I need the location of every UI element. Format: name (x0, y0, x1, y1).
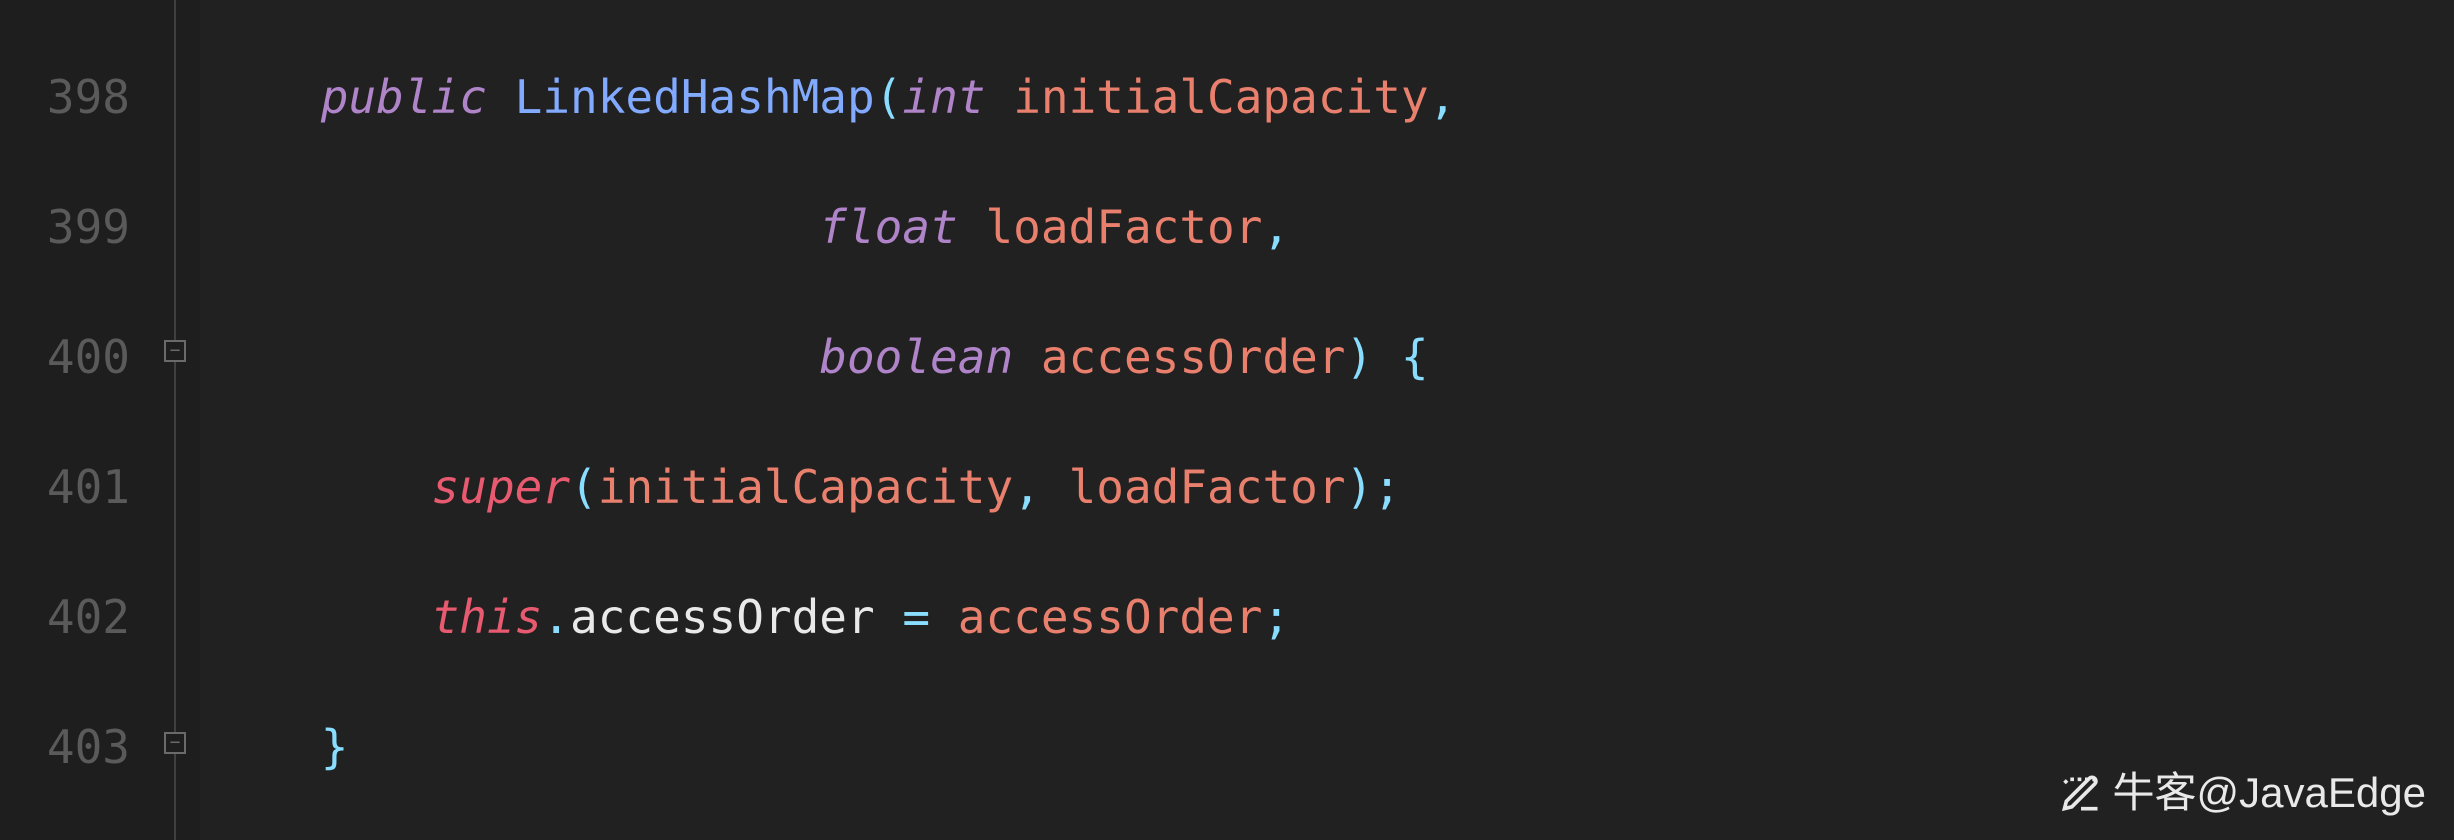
line-number[interactable]: 398 (0, 32, 130, 162)
comma: , (1262, 194, 1290, 261)
fold-toggle-icon[interactable] (164, 340, 186, 362)
code-editor: 398 399 400 401 402 403 public LinkedHas… (0, 0, 2454, 840)
indent (210, 64, 321, 131)
line-number[interactable]: 400 (0, 292, 130, 422)
paren-close: ) (1346, 454, 1374, 521)
space (1013, 324, 1041, 391)
line-number[interactable]: 402 (0, 552, 130, 682)
paren-open: ( (570, 454, 598, 521)
space (487, 64, 515, 131)
code-line[interactable]: super(initialCapacity, loadFactor); (210, 422, 2454, 552)
fold-guide-line (174, 0, 176, 840)
line-number[interactable]: 403 (0, 682, 130, 812)
code-line[interactable]: this.accessOrder = accessOrder; (210, 552, 2454, 682)
type-boolean: boolean (819, 324, 1013, 391)
indent (210, 194, 819, 261)
brace-open: { (1401, 324, 1429, 391)
keyword-super: super (432, 454, 570, 521)
dot: . (542, 584, 570, 651)
semicolon: ; (1373, 454, 1401, 521)
line-number[interactable]: 399 (0, 162, 130, 292)
code-line[interactable]: float loadFactor, (210, 162, 2454, 292)
space (875, 584, 903, 651)
indent (210, 584, 432, 651)
paren-open: ( (875, 64, 903, 131)
fold-toggle-icon[interactable] (164, 732, 186, 754)
paren-close: ) (1346, 324, 1374, 391)
class-name: LinkedHashMap (515, 64, 875, 131)
keyword-public: public (321, 64, 487, 131)
indent (210, 324, 819, 391)
code-content[interactable]: public LinkedHashMap(int initialCapacity… (200, 0, 2454, 840)
param-initialCapacity: initialCapacity (1013, 64, 1428, 131)
watermark: 牛客@JavaEdge (2059, 763, 2426, 824)
type-float: float (819, 194, 957, 261)
space (985, 64, 1013, 131)
param-loadFactor: loadFactor (1069, 454, 1346, 521)
space (1373, 324, 1401, 391)
type-int: int (902, 64, 985, 131)
edit-icon (2059, 772, 2103, 816)
member-accessOrder: accessOrder (570, 584, 875, 651)
watermark-text: 牛客@JavaEdge (2113, 763, 2426, 824)
comma: , (1429, 64, 1457, 131)
param-accessOrder: accessOrder (1041, 324, 1346, 391)
brace-close: } (321, 714, 349, 781)
code-line[interactable]: public LinkedHashMap(int initialCapacity… (210, 32, 2454, 162)
space (958, 194, 986, 261)
line-number-gutter: 398 399 400 401 402 403 (0, 0, 150, 840)
comma: , (1013, 454, 1041, 521)
line-number[interactable]: 401 (0, 422, 130, 552)
param-initialCapacity: initialCapacity (598, 454, 1013, 521)
param-loadFactor: loadFactor (985, 194, 1262, 261)
space (930, 584, 958, 651)
space (1041, 454, 1069, 521)
semicolon: ; (1262, 584, 1290, 651)
operator-equals: = (902, 584, 930, 651)
indent (210, 714, 321, 781)
keyword-this: this (432, 584, 543, 651)
indent (210, 454, 432, 521)
param-accessOrder: accessOrder (958, 584, 1263, 651)
fold-column (150, 0, 200, 840)
code-line[interactable]: boolean accessOrder) { (210, 292, 2454, 422)
